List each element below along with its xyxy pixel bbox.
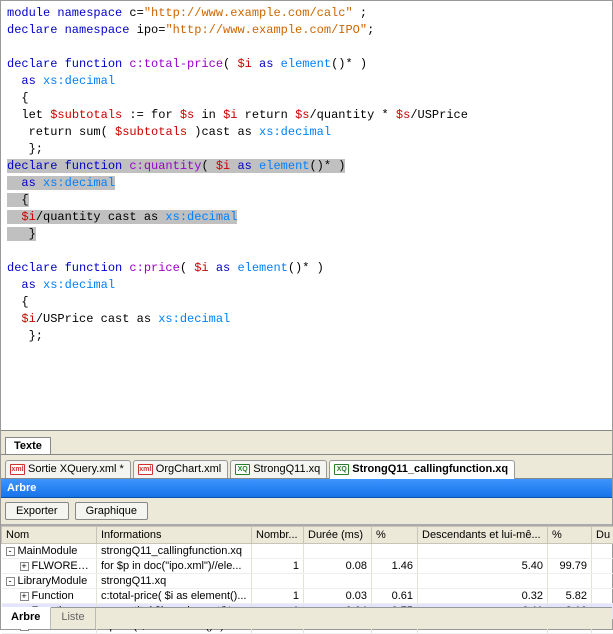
table-row[interactable]: -LibraryModulestrongQ11.xq (2, 574, 613, 589)
file-tab-label: Sortie XQuery.xml * (28, 463, 124, 475)
file-tab-sortie-xquery[interactable]: xml Sortie XQuery.xml * (5, 460, 131, 478)
table-row[interactable]: -MainModulestrongQ11_callingfunction.xq (2, 544, 613, 559)
file-tab-bar: xml Sortie XQuery.xml * xml OrgChart.xml… (1, 455, 612, 479)
expander-icon[interactable]: + (20, 592, 29, 601)
col-nombre[interactable]: Nombr... (252, 527, 304, 544)
xml-icon: xml (138, 464, 153, 475)
file-tab-label: StrongQ11.xq (253, 463, 320, 475)
export-button[interactable]: Exporter (5, 502, 69, 520)
table-row[interactable]: +Functionc:total-price( $i as element().… (2, 589, 613, 604)
file-tab-label: StrongQ11_callingfunction.xq (352, 463, 508, 475)
col-pct2[interactable]: % (548, 527, 592, 544)
table-row[interactable]: +FLWORExprfor $p in doc("ipo.xml")//ele.… (2, 559, 613, 574)
xq-icon: XQ (235, 464, 250, 475)
bottom-tab-bar: Arbre Liste (1, 607, 612, 629)
expander-icon[interactable]: - (6, 547, 15, 556)
panel-title: Arbre (1, 479, 612, 498)
expander-icon[interactable]: + (20, 562, 29, 571)
tab-arbre[interactable]: Arbre (1, 607, 51, 629)
col-nom[interactable]: Nom (2, 527, 97, 544)
col-du[interactable]: Du (592, 527, 613, 544)
xq-icon: XQ (334, 464, 349, 475)
xml-icon: xml (10, 464, 25, 475)
col-descendants[interactable]: Descendants et lui-mê... (418, 527, 548, 544)
file-tab-orgchart[interactable]: xml OrgChart.xml (133, 460, 228, 478)
col-informations[interactable]: Informations (97, 527, 252, 544)
file-tab-label: OrgChart.xml (156, 463, 221, 475)
file-tab-strongq11[interactable]: XQ StrongQ11.xq (230, 460, 327, 478)
tab-liste[interactable]: Liste (51, 608, 95, 629)
profiler-toolbar: Exporter Graphique (1, 498, 612, 525)
table-header-row[interactable]: Nom Informations Nombr... Durée (ms) % D… (2, 527, 613, 544)
chart-button[interactable]: Graphique (75, 502, 148, 520)
col-duree[interactable]: Durée (ms) (304, 527, 372, 544)
col-pct[interactable]: % (372, 527, 418, 544)
expander-icon[interactable]: - (6, 577, 15, 586)
tab-texte[interactable]: Texte (5, 437, 51, 454)
code-editor[interactable]: module namespace c="http://www.example.c… (1, 1, 612, 431)
file-tab-strongq11-calling[interactable]: XQ StrongQ11_callingfunction.xq (329, 460, 515, 479)
editor-view-tabs: Texte (1, 431, 612, 455)
